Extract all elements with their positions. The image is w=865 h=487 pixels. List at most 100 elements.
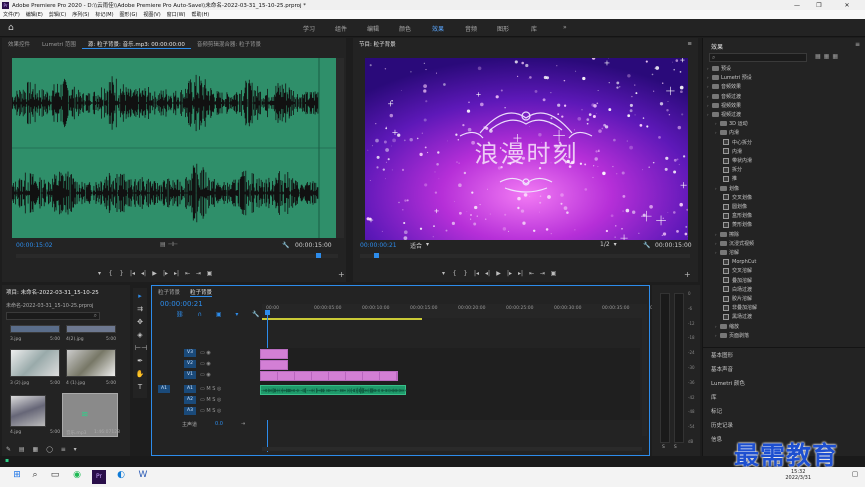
- menu-graphics[interactable]: 图形(G): [117, 11, 141, 18]
- section-libraries[interactable]: 库: [711, 393, 717, 401]
- track-lanes[interactable]: [260, 348, 640, 420]
- source-current-timecode[interactable]: 00:00:15:02: [16, 242, 53, 249]
- timeline-tool-icons[interactable]: ⛓ ∩ ▣ ▾ 🔧: [176, 311, 266, 318]
- minimize-button[interactable]: —: [786, 0, 808, 10]
- program-add-button[interactable]: +: [684, 270, 691, 279]
- effects-filter-icons[interactable]: ▦▦▦: [815, 53, 841, 60]
- timeline-timecode[interactable]: 00:00:00:21: [160, 300, 203, 308]
- razor-tool-icon[interactable]: ◈: [135, 331, 145, 341]
- word-icon[interactable]: W: [136, 470, 150, 484]
- workspace-editing[interactable]: 编辑: [367, 24, 379, 33]
- effects-folder[interactable]: › 沉浸式视频: [715, 239, 754, 248]
- menu-edit[interactable]: 编辑(E): [23, 11, 46, 18]
- maximize-button[interactable]: ❐: [808, 0, 830, 10]
- search-icon[interactable]: ⌕: [28, 470, 42, 484]
- program-fit-dropdown[interactable]: 适合 ▾: [410, 241, 429, 250]
- program-video-frame[interactable]: 浪漫时刻: [365, 58, 688, 240]
- source-playhead-bar[interactable]: [16, 253, 338, 258]
- effects-item[interactable]: 交叉划像: [723, 193, 752, 202]
- thumbnail-3-2-jpg[interactable]: [10, 349, 60, 377]
- effects-item[interactable]: 盒形划像: [723, 211, 752, 220]
- effects-item[interactable]: 内滑: [723, 147, 742, 156]
- effects-folder[interactable]: › 缩放: [715, 322, 739, 331]
- type-tool-icon[interactable]: T: [135, 383, 145, 393]
- workspace-assembly[interactable]: 组件: [335, 24, 347, 33]
- section-lumetri-color[interactable]: Lumetri 颜色: [711, 379, 745, 387]
- source-fit-icon[interactable]: ▤ ⊣⊢: [160, 241, 178, 248]
- thumbnail-4-2-jpg[interactable]: [66, 325, 116, 333]
- tab-effect-controls[interactable]: 效果控件: [2, 40, 36, 48]
- project-tab[interactable]: 项目: 未命名-2022-03-31_15-10-25: [6, 288, 99, 296]
- source-scrollbar[interactable]: [336, 58, 344, 238]
- audio-waveform[interactable]: L R: [12, 58, 336, 238]
- effects-search-input[interactable]: ⌕: [709, 53, 807, 62]
- lift-button[interactable]: ⇤: [526, 270, 537, 277]
- insert-button[interactable]: ⇤: [182, 270, 193, 277]
- step-forward-button[interactable]: |▸: [504, 270, 515, 277]
- tab-program[interactable]: 节目: 粒子背景: [353, 40, 402, 48]
- effects-folder[interactable]: › 划像: [715, 184, 739, 193]
- clip-v2[interactable]: [260, 360, 288, 370]
- extract-button[interactable]: ⇥: [537, 270, 548, 277]
- program-current-timecode[interactable]: 00:00:00:21: [360, 242, 397, 249]
- track-a2-label[interactable]: A2: [184, 396, 196, 404]
- program-settings-icon[interactable]: 🔧: [643, 242, 650, 249]
- source-settings-icon[interactable]: 🔧: [282, 242, 289, 249]
- workspace-color[interactable]: 颜色: [399, 24, 411, 33]
- solo-left-button[interactable]: S: [662, 445, 665, 450]
- effects-item[interactable]: 中心拆分: [723, 138, 752, 147]
- menu-sequence[interactable]: 序列(S): [69, 11, 92, 18]
- effects-item[interactable]: 白场过渡: [723, 285, 752, 294]
- export-frame-button[interactable]: ▣: [204, 270, 215, 277]
- go-to-out-button[interactable]: ▸|: [515, 270, 526, 277]
- section-info[interactable]: 信息: [711, 435, 722, 443]
- effects-folder[interactable]: › 擦除: [715, 230, 739, 239]
- effects-folder[interactable]: › Lumetri 预设: [707, 73, 752, 82]
- effects-item[interactable]: 交叉溶解: [723, 266, 752, 275]
- thumbnail-3jpg[interactable]: [10, 325, 60, 333]
- mark-in-button[interactable]: {: [449, 270, 460, 277]
- effects-item[interactable]: 黑场过渡: [723, 312, 752, 321]
- program-panel-menu-icon[interactable]: ≡: [681, 41, 698, 47]
- effects-folder[interactable]: › 溶解: [715, 248, 739, 257]
- menu-view[interactable]: 视图(V): [140, 11, 163, 18]
- work-area-bar[interactable]: [262, 318, 422, 320]
- overwrite-button[interactable]: ⇥: [193, 270, 204, 277]
- home-icon[interactable]: ⌂: [8, 23, 18, 33]
- program-resolution-dropdown[interactable]: 1/2 ▾: [600, 241, 617, 248]
- thumbnail-4-1-jpg[interactable]: [66, 349, 116, 377]
- effects-folder[interactable]: › 预设: [707, 64, 731, 73]
- effects-folder[interactable]: › 3D 运动: [715, 119, 748, 128]
- effects-item[interactable]: 菱形划像: [723, 220, 752, 229]
- timeline-ruler[interactable]: 00:00 00:00:05:00 00:00:10:00 00:00:15:00 00…: [262, 304, 677, 318]
- workspace-graphics[interactable]: 图形: [497, 24, 509, 33]
- add-marker-button[interactable]: ▾: [94, 270, 105, 277]
- effects-folder[interactable]: › 页面剥落: [715, 331, 749, 340]
- step-back-button[interactable]: ◂|: [482, 270, 493, 277]
- play-button[interactable]: ▶: [149, 270, 160, 277]
- track-a3-label[interactable]: A3: [184, 407, 196, 415]
- master-volume-value[interactable]: 0.0: [215, 421, 223, 428]
- section-essential-sound[interactable]: 基本声音: [711, 365, 733, 373]
- tab-source[interactable]: 源: 粒子背景: 音乐.mp3: 00:00:00:00: [81, 40, 191, 49]
- edge-browser-icon[interactable]: ◐: [114, 470, 128, 484]
- solo-right-button[interactable]: S: [674, 445, 677, 450]
- master-end-icon[interactable]: ⇥: [241, 421, 245, 428]
- section-essential-graphics[interactable]: 基本图形: [711, 351, 733, 359]
- workspace-effects[interactable]: 效果: [432, 24, 444, 33]
- effects-folder[interactable]: › 音频效果: [707, 82, 741, 91]
- clip-a1-music[interactable]: [260, 385, 407, 395]
- clip-v1[interactable]: [260, 371, 398, 381]
- hand-tool-icon[interactable]: ✋: [135, 370, 145, 380]
- slip-tool-icon[interactable]: ⊢⊣: [135, 344, 147, 354]
- timeline-vertical-scrollbar[interactable]: [642, 316, 647, 436]
- project-search-input[interactable]: ⌕: [6, 312, 100, 320]
- effects-item[interactable]: 圆划像: [723, 202, 747, 211]
- effects-folder[interactable]: › 视频过渡: [707, 110, 741, 119]
- workspace-more[interactable]: »: [563, 24, 567, 31]
- tab-audio-clip-mixer[interactable]: 音频剪辑混合器: 粒子背景: [191, 40, 267, 48]
- step-back-button[interactable]: ◂|: [138, 270, 149, 277]
- effects-folder[interactable]: › 视频效果: [707, 101, 741, 110]
- pen-tool-icon[interactable]: ✒: [135, 357, 145, 367]
- go-to-in-button[interactable]: |◂: [127, 270, 138, 277]
